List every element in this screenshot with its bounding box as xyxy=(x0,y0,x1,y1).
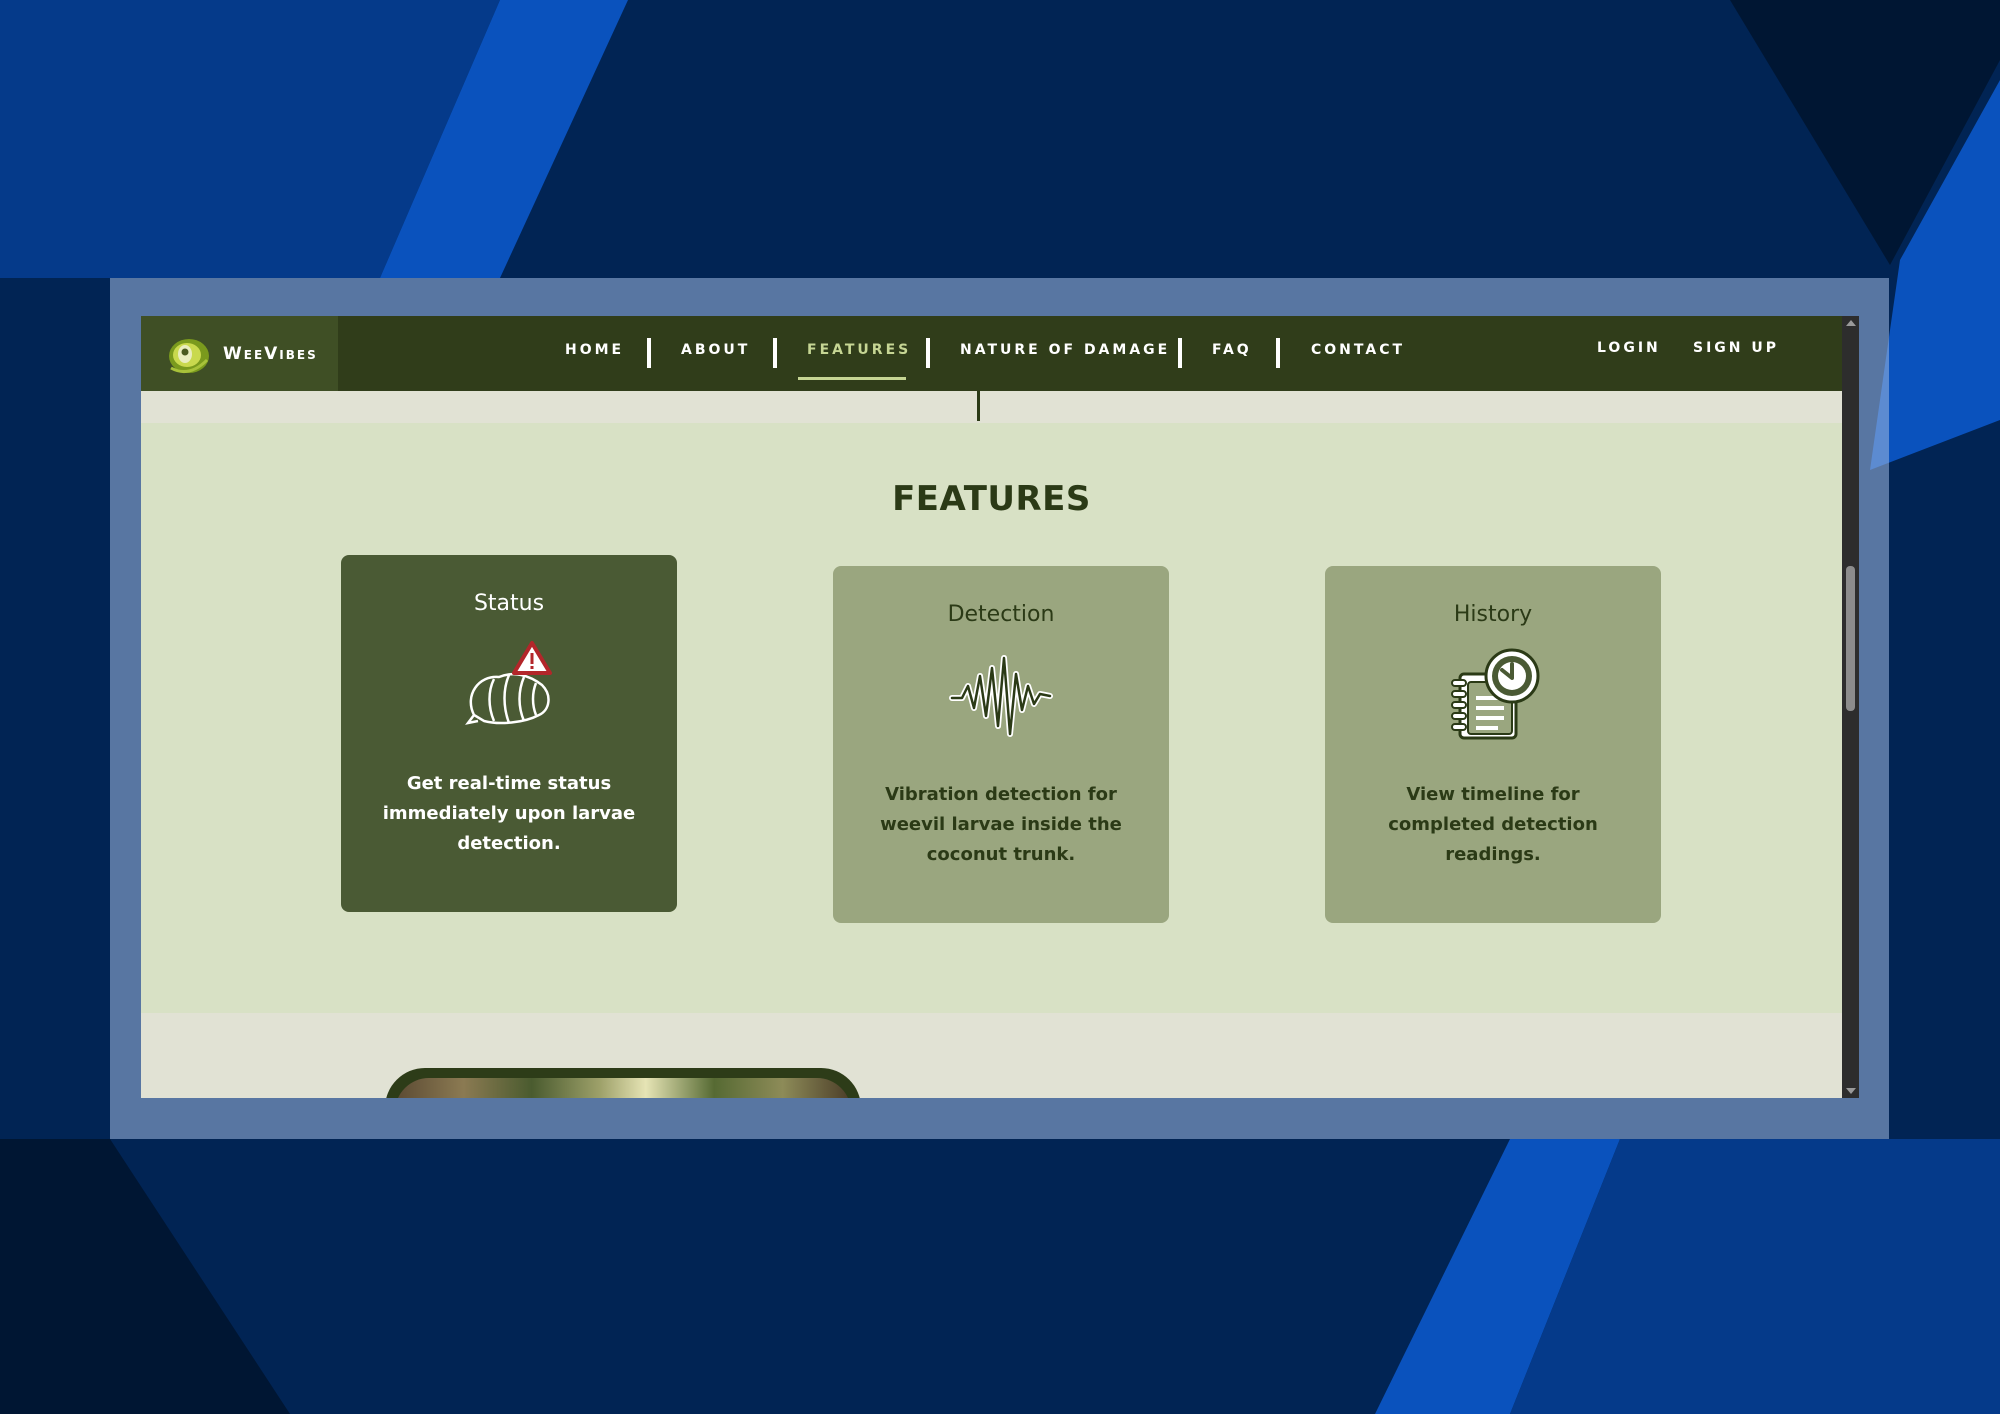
nav-divider xyxy=(773,338,777,368)
page-viewport: WeeVibes HOME ABOUT FEATURES NATURE OF D… xyxy=(141,316,1842,1098)
feature-card-history[interactable]: History View timeline for completed dete… xyxy=(1325,566,1661,923)
card-title: History xyxy=(1453,602,1533,627)
weevibes-logo-icon xyxy=(169,338,209,373)
coconut-tree-photo xyxy=(395,1078,851,1098)
nav-divider xyxy=(1276,338,1280,368)
signup-link[interactable]: SIGN UP xyxy=(1693,340,1779,356)
nav-features[interactable]: FEATURES xyxy=(807,342,911,358)
features-title: FEATURES xyxy=(892,479,1091,519)
vertical-scrollbar[interactable] xyxy=(1842,316,1859,1098)
card-title: Detection xyxy=(947,602,1055,627)
brand-name: WeeVibes xyxy=(223,343,318,364)
nav-divider xyxy=(647,338,651,368)
history-clock-notebook-icon xyxy=(1451,648,1540,740)
feature-card-status[interactable]: Status Get real-time status immediately … xyxy=(341,555,677,912)
card-description: Get real-time status immediately upon la… xyxy=(382,773,636,854)
features-section: FEATURES Status Get real-time status imm… xyxy=(141,423,1842,1013)
scroll-down-arrow-icon[interactable] xyxy=(1846,1088,1856,1094)
card-title: Status xyxy=(473,591,545,616)
nav-faq[interactable]: FAQ xyxy=(1212,342,1252,358)
vibration-wave-icon xyxy=(949,655,1053,737)
login-link[interactable]: LOGIN xyxy=(1597,340,1661,356)
scroll-up-arrow-icon[interactable] xyxy=(1846,320,1856,326)
nav-about[interactable]: ABOUT xyxy=(681,342,750,358)
nav-divider xyxy=(1178,338,1182,368)
nav-nature-of-damage[interactable]: NATURE OF DAMAGE xyxy=(960,342,1170,358)
card-description: View timeline for completed detection re… xyxy=(1388,784,1598,865)
card-description: Vibration detection for weevil larvae in… xyxy=(880,784,1122,865)
larvae-warning-icon xyxy=(465,641,552,725)
nav-active-underline xyxy=(798,377,906,380)
feature-card-detection[interactable]: Detection Vibration detection for weevil… xyxy=(833,566,1169,923)
scrollbar-thumb[interactable] xyxy=(1846,566,1855,711)
nav-divider xyxy=(926,338,930,368)
navbar: WeeVibes HOME ABOUT FEATURES NATURE OF D… xyxy=(141,316,1842,391)
nav-contact[interactable]: CONTACT xyxy=(1311,342,1405,358)
section-connector-line xyxy=(977,391,980,421)
coconut-tree-image xyxy=(385,1068,861,1098)
browser-viewport: WeeVibes HOME ABOUT FEATURES NATURE OF D… xyxy=(141,316,1859,1098)
logo[interactable]: WeeVibes xyxy=(141,316,338,391)
nav-home[interactable]: HOME xyxy=(565,342,624,358)
